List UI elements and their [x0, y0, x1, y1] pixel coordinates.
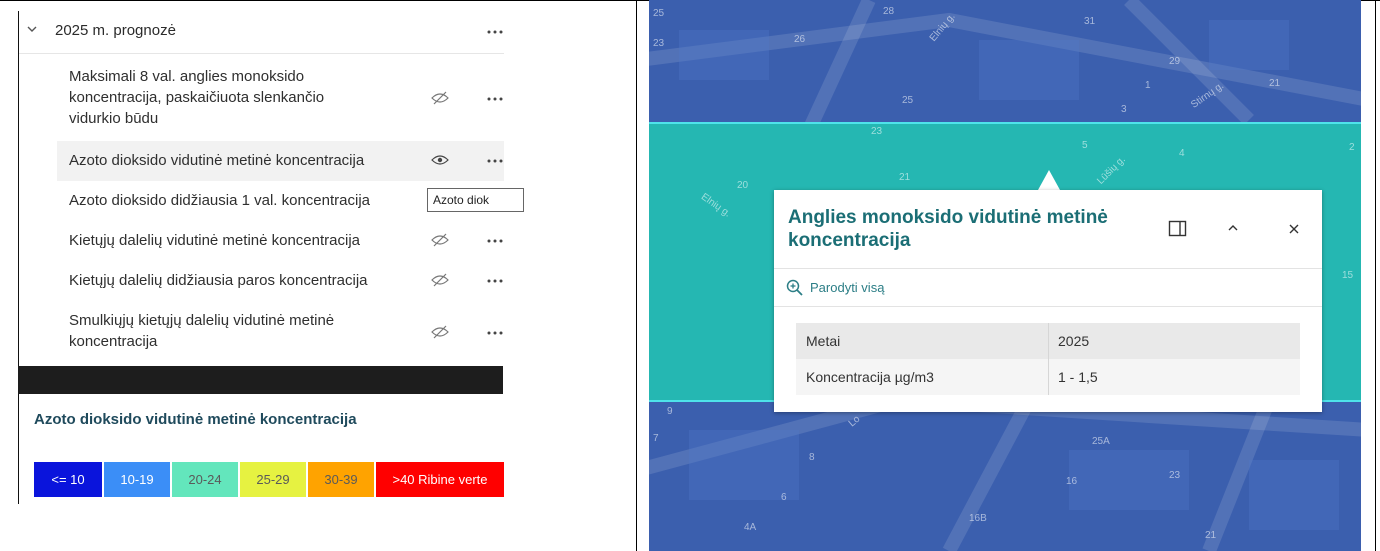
map-address-number: 23	[653, 38, 665, 49]
eye-off-icon[interactable]	[430, 325, 450, 339]
chevron-down-icon[interactable]	[25, 22, 39, 36]
more-options-icon[interactable]	[485, 94, 504, 104]
layer-tooltip: Azoto diok	[427, 188, 524, 212]
eye-off-icon[interactable]	[430, 91, 450, 105]
map-address-number: 25	[653, 8, 665, 19]
table-cell-value: 2025	[1058, 333, 1090, 349]
feature-popup: Anglies monoksido vidutinė metinė koncen…	[774, 190, 1322, 412]
more-options-icon[interactable]	[485, 328, 504, 338]
more-options-icon[interactable]	[485, 156, 504, 166]
map-address-number: 21	[1205, 530, 1217, 541]
map-address-number: 8	[809, 452, 815, 463]
map-address-number: 21	[1269, 78, 1281, 89]
map-view[interactable]: 25 23 26 28 31 29 21 1 3 25 23 5 2 4 20 …	[649, 0, 1361, 551]
table-cell-divider	[1048, 323, 1049, 359]
legend: Azoto dioksido vidutinė metinė koncentra…	[18, 394, 504, 504]
map-address-number: 7	[653, 433, 659, 444]
popup-divider	[774, 306, 1322, 307]
dock-icon[interactable]	[1168, 220, 1188, 238]
table-cell-key: Koncentracija µg/m3	[806, 369, 934, 385]
layer-group-row[interactable]: 2025 m. prognozė	[19, 11, 504, 54]
layer-item-label: Kietųjų dalelių didžiausia paros koncent…	[69, 272, 368, 289]
zoom-to-link[interactable]: Parodyti visą	[810, 280, 884, 295]
map-address-number: 16	[1066, 476, 1078, 487]
table-row: Koncentracija µg/m3 1 - 1,5	[796, 359, 1300, 395]
popup-title: Anglies monoksido vidutinė metinė koncen…	[788, 207, 1108, 251]
close-icon[interactable]	[1287, 222, 1301, 236]
layer-item[interactable]: Smulkiųjų kietųjų dalelių vidutinė metin…	[57, 305, 504, 361]
table-cell-key: Metai	[806, 333, 841, 349]
map-address-number: 6	[781, 492, 787, 503]
map-address-number: 16B	[969, 513, 987, 524]
popup-pointer	[1038, 170, 1060, 190]
table-cell-value: 1 - 1,5	[1058, 369, 1098, 385]
layer-item-label: Kietųjų dalelių vidutinė metinė koncentr…	[69, 232, 361, 249]
panel-footer-strip	[18, 366, 503, 394]
eye-off-icon[interactable]	[430, 273, 450, 287]
map-address-number: 9	[667, 406, 673, 417]
layer-item-label: Smulkiųjų kietųjų dalelių vidutinė metin…	[69, 312, 335, 350]
eye-icon[interactable]	[430, 153, 450, 167]
map-address-number: 5	[1082, 140, 1088, 151]
map-address-number: 2	[1349, 142, 1355, 153]
layer-item[interactable]: Kietųjų dalelių didžiausia paros koncent…	[57, 261, 504, 301]
frame-right-line	[1375, 0, 1376, 551]
legend-title: Azoto dioksido vidutinė metinė koncentra…	[34, 411, 357, 428]
legend-swatch: 20-24	[172, 462, 238, 497]
map-address-number: 31	[1084, 16, 1096, 27]
map-address-number: 23	[1169, 470, 1181, 481]
table-row: Metai 2025	[796, 323, 1300, 359]
legend-swatch: 10-19	[104, 462, 170, 497]
map-address-number: 20	[737, 180, 749, 191]
more-options-icon[interactable]	[485, 276, 504, 286]
legend-swatch: >40 Ribine verte	[376, 462, 504, 497]
map-address-number: 25A	[1092, 436, 1110, 447]
layer-item-label: Azoto dioksido vidutinė metinė koncentra…	[69, 152, 365, 169]
zoom-in-icon[interactable]	[786, 279, 804, 297]
layer-item-active[interactable]: Azoto dioksido vidutinė metinė koncentra…	[57, 141, 504, 181]
table-cell-divider	[1048, 359, 1049, 395]
popup-divider	[774, 268, 1322, 269]
layer-item[interactable]: Maksimali 8 val. anglies monoksido konce…	[57, 61, 504, 141]
eye-off-icon[interactable]	[430, 233, 450, 247]
map-address-number: 29	[1169, 56, 1181, 67]
map-address-number: 4	[1179, 148, 1185, 159]
map-address-number: 28	[883, 6, 895, 17]
collapse-icon[interactable]	[1226, 222, 1240, 234]
layer-item-label: Azoto dioksido didžiausia 1 val. koncent…	[69, 192, 371, 209]
map-address-number: 1	[1145, 80, 1151, 91]
map-address-number: 23	[871, 126, 883, 137]
map-address-number: 3	[1121, 104, 1127, 115]
legend-swatch: 25-29	[240, 462, 306, 497]
more-options-icon[interactable]	[485, 27, 504, 37]
map-address-number: 15	[1342, 270, 1354, 281]
map-address-number: 25	[902, 95, 914, 106]
map-address-number: 21	[899, 172, 911, 183]
legend-swatch: <= 10	[34, 462, 102, 497]
more-options-icon[interactable]	[485, 236, 504, 246]
map-address-number: 4A	[744, 522, 757, 533]
legend-swatch: 30-39	[308, 462, 374, 497]
layer-item-label: Maksimali 8 val. anglies monoksido konce…	[69, 68, 325, 127]
layer-item[interactable]: Kietųjų dalelių vidutinė metinė koncentr…	[57, 221, 504, 261]
layer-group-label: 2025 m. prognozė	[55, 22, 176, 39]
frame-divider-line	[636, 0, 637, 551]
map-address-number: 26	[794, 34, 806, 45]
